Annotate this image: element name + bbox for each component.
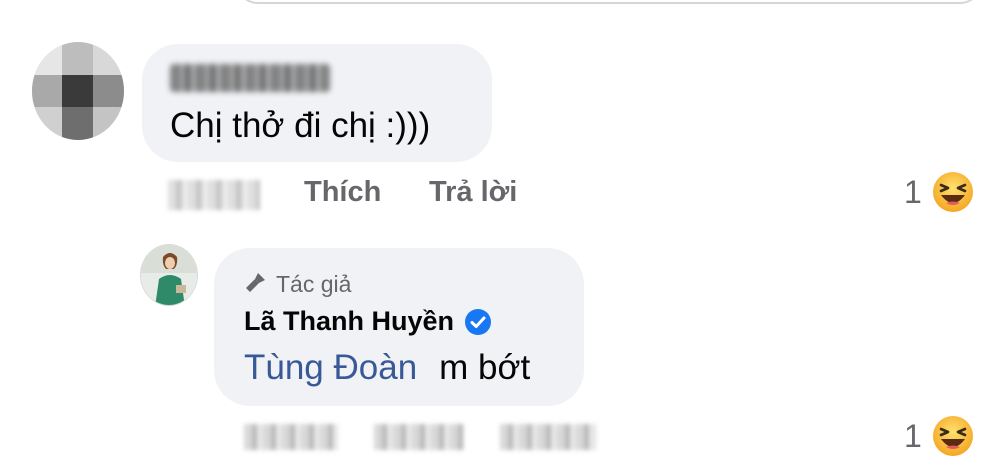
- reply-author-avatar[interactable]: [140, 244, 198, 306]
- mention-link[interactable]: Tùng Đoàn: [244, 348, 417, 387]
- reaction-count[interactable]: 1: [904, 174, 922, 211]
- reply-text-row: Tùng Đoàn m bớt: [244, 348, 530, 388]
- commenter-name-blurred[interactable]: [170, 64, 330, 92]
- reply-author-row: Lã Thanh Huyền: [244, 306, 492, 337]
- comment-text: Chị thở đi chị :))): [170, 106, 431, 145]
- reply-bubble: Tác giả Lã Thanh Huyền Tùng Đoàn m bớt: [214, 248, 584, 406]
- verified-badge-icon: [464, 308, 492, 336]
- laughing-emoji-icon[interactable]: [932, 171, 974, 218]
- reply-text: m bớt: [439, 348, 531, 387]
- reply-reply-button-blurred[interactable]: [500, 424, 596, 450]
- laughing-emoji-icon[interactable]: [932, 415, 974, 462]
- reply-like-button-blurred[interactable]: [374, 424, 464, 450]
- comment-bubble: Chị thở đi chị :))): [142, 44, 492, 162]
- author-badge-label: Tác giả: [276, 271, 352, 297]
- comment-timestamp-blurred[interactable]: [168, 180, 260, 210]
- commenter-avatar-blurred[interactable]: [32, 42, 124, 140]
- microphone-icon: [244, 270, 268, 299]
- reply-author-name[interactable]: Lã Thanh Huyền: [244, 306, 454, 337]
- reply-button[interactable]: Trả lời: [429, 176, 517, 209]
- reply-timestamp-blurred[interactable]: [244, 424, 338, 450]
- like-button[interactable]: Thích: [304, 176, 381, 209]
- comment-composer-edge[interactable]: [236, 0, 982, 4]
- author-badge: Tác giả: [244, 270, 351, 299]
- reply-reaction-count[interactable]: 1: [904, 418, 922, 455]
- comment-thread: Chị thở đi chị :))) Thích Trả lời 1 Tác …: [0, 0, 1000, 472]
